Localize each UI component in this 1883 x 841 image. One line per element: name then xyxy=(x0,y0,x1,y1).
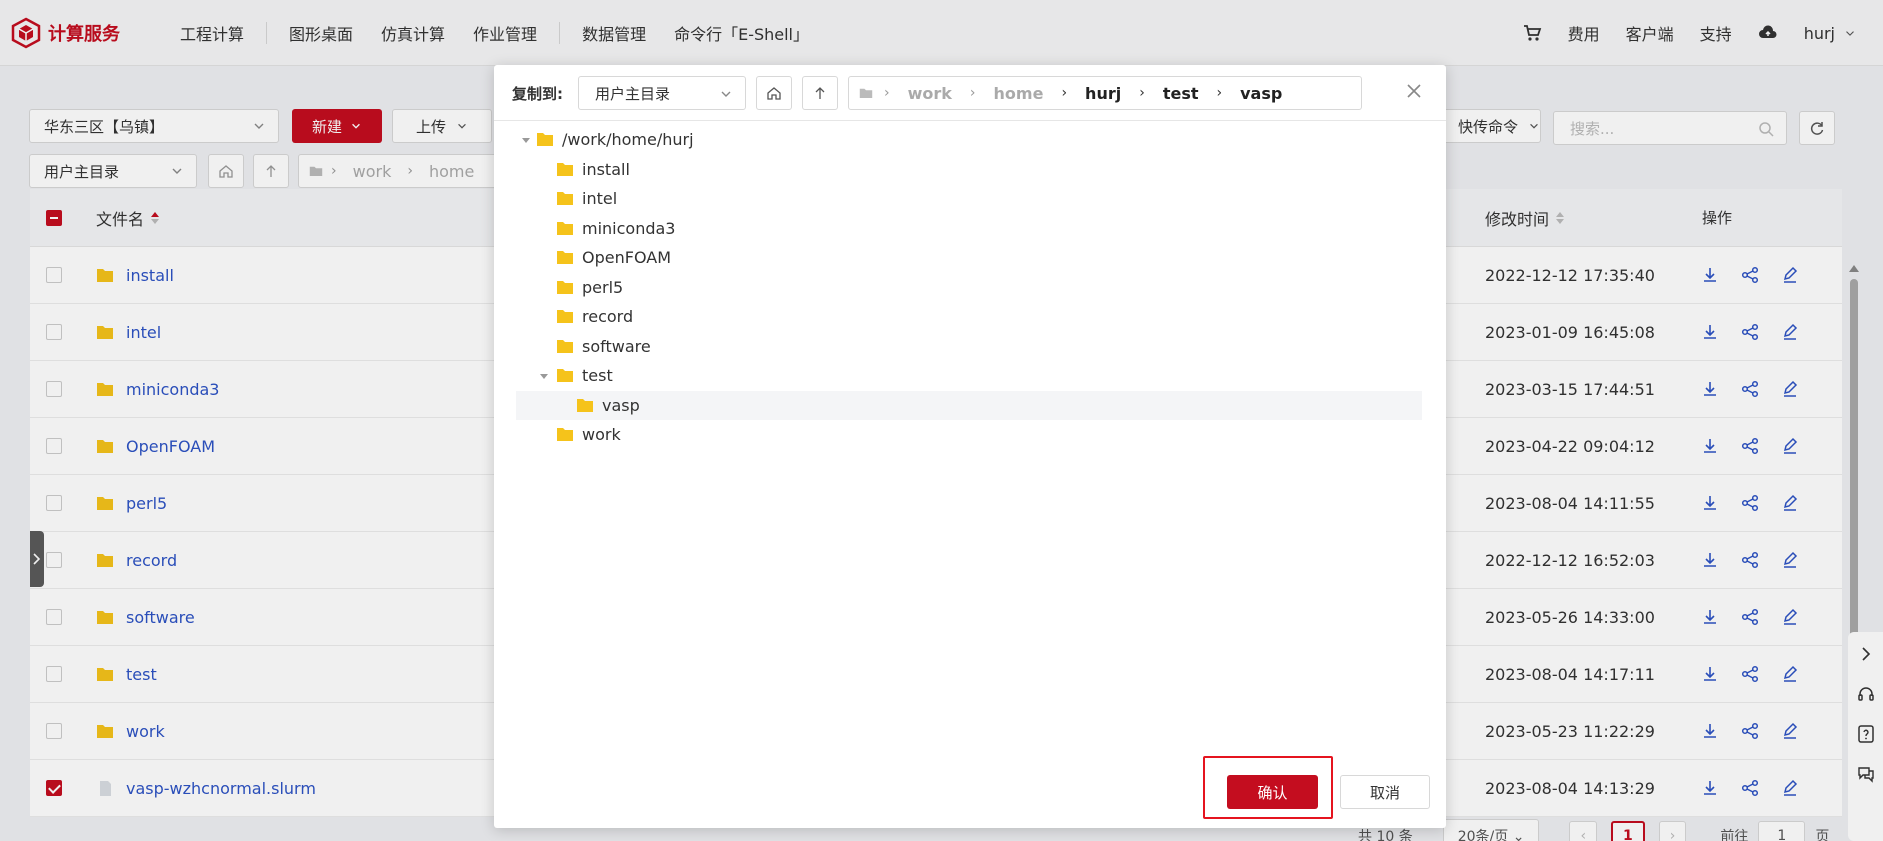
breadcrumb-separator: › xyxy=(1216,85,1223,101)
tree-node[interactable]: install xyxy=(516,155,1422,185)
tree-node[interactable]: intel xyxy=(516,184,1422,214)
tree-node-label: perl5 xyxy=(582,277,624,297)
folder-icon xyxy=(557,192,573,206)
tree-node[interactable]: software xyxy=(516,332,1422,362)
caret-down-icon[interactable] xyxy=(520,134,532,146)
folder-icon xyxy=(557,162,573,176)
folder-icon xyxy=(557,221,573,235)
folder-tree: /work/home/hurj install intel miniconda3 Op… xyxy=(516,125,1422,450)
tree-node-root[interactable]: /work/home/hurj xyxy=(516,125,1422,155)
folder-icon xyxy=(859,88,873,99)
breadcrumb-hurj[interactable]: hurj xyxy=(1085,84,1121,103)
breadcrumb-home[interactable]: home xyxy=(994,84,1044,103)
breadcrumb-separator: › xyxy=(969,85,976,101)
folder-icon xyxy=(557,251,573,265)
breadcrumb-vasp[interactable]: vasp xyxy=(1240,84,1282,103)
tree-node-label: software xyxy=(582,336,651,356)
dialog-up-button[interactable] xyxy=(802,76,838,110)
copy-to-label: 复制到: xyxy=(512,85,563,103)
breadcrumb-separator: › xyxy=(1061,85,1068,101)
tree-node-label: intel xyxy=(582,189,618,209)
tree-node-selected[interactable]: vasp xyxy=(516,390,1422,420)
tree-node[interactable]: test xyxy=(516,361,1422,391)
dialog-directory-value: 用户主目录 xyxy=(595,84,671,103)
chevron-down-icon xyxy=(721,91,731,97)
tree-node[interactable]: miniconda3 xyxy=(516,214,1422,244)
tree-node[interactable]: record xyxy=(516,302,1422,332)
home-icon xyxy=(767,87,781,100)
folder-icon xyxy=(557,369,573,383)
dialog-home-button[interactable] xyxy=(756,76,792,110)
arrow-up-icon xyxy=(815,87,825,99)
dialog-directory-select[interactable]: 用户主目录 xyxy=(578,76,746,110)
folder-icon xyxy=(557,280,573,294)
tree-node-label: install xyxy=(582,159,630,179)
breadcrumb-separator: › xyxy=(1139,85,1145,101)
breadcrumb-test[interactable]: test xyxy=(1163,84,1199,103)
folder-icon xyxy=(537,133,553,147)
tree-node-label: work xyxy=(582,425,621,445)
tree-node[interactable]: perl5 xyxy=(516,273,1422,303)
folder-icon xyxy=(557,428,573,442)
dialog-path-breadcrumb: › work › home › hurj › test › vasp xyxy=(848,76,1362,110)
tree-node-label: vasp xyxy=(602,395,640,415)
tree-node[interactable]: OpenFOAM xyxy=(516,243,1422,273)
breadcrumb-separator: › xyxy=(884,85,890,101)
cancel-button[interactable]: 取消 xyxy=(1340,775,1430,809)
confirm-button[interactable]: 确认 xyxy=(1227,775,1318,809)
breadcrumb-work[interactable]: work xyxy=(908,84,952,103)
tree-node-label: record xyxy=(582,307,634,327)
tree-node-label: test xyxy=(582,366,613,386)
tree-children: install intel miniconda3 OpenFOAM perl5 recor… xyxy=(516,155,1422,450)
tree-node-label: miniconda3 xyxy=(582,218,676,238)
copy-to-dialog: 复制到: 用户主目录 › work › home › hurj › test ›… xyxy=(494,65,1446,828)
folder-icon xyxy=(577,398,593,412)
close-icon[interactable] xyxy=(1402,79,1426,103)
folder-icon xyxy=(557,310,573,324)
folder-icon xyxy=(557,339,573,353)
dialog-header: 复制到: 用户主目录 › work › home › hurj › test ›… xyxy=(494,65,1446,121)
tree-node-label: /work/home/hurj xyxy=(562,130,694,150)
tree-node[interactable]: work xyxy=(516,420,1422,450)
caret-down-icon[interactable] xyxy=(538,370,550,382)
tree-node-label: OpenFOAM xyxy=(582,248,671,268)
